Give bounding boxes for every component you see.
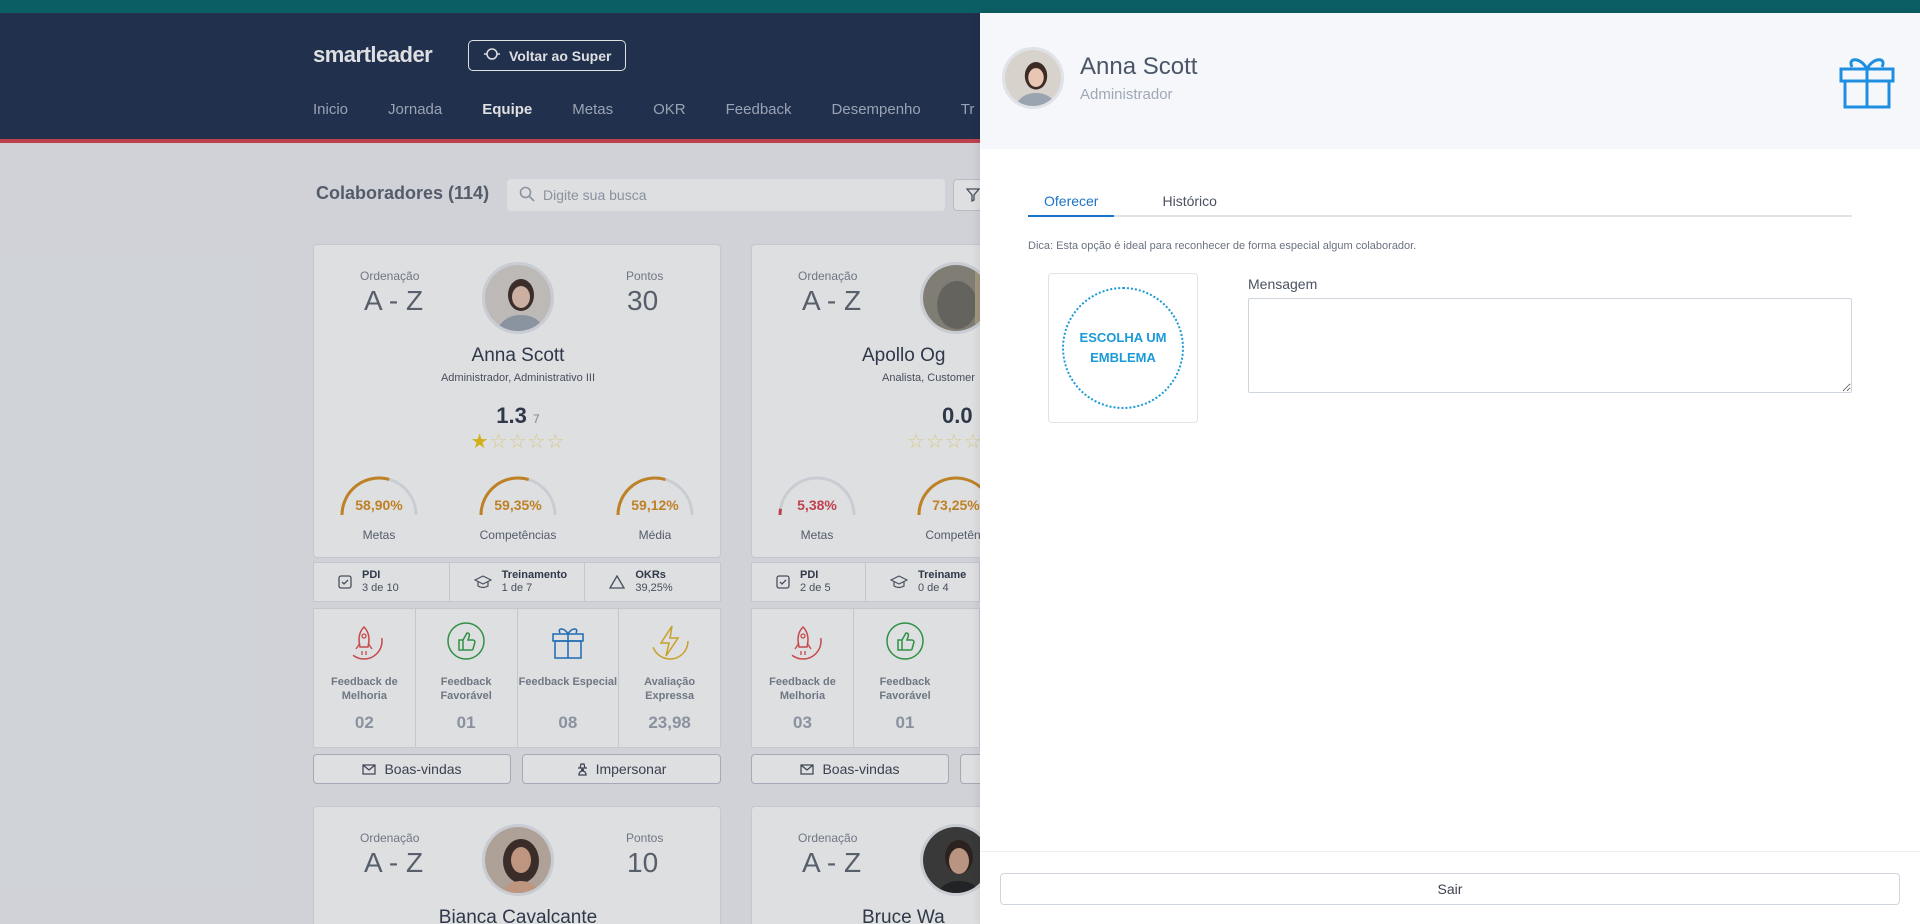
message-label: Mensagem (1248, 276, 1318, 292)
message-textarea[interactable] (1248, 298, 1852, 393)
tab-historico[interactable]: Histórico (1146, 185, 1232, 217)
drawer-header: Anna Scott Administrador (980, 13, 1920, 149)
drawer-user-name: Anna Scott (1080, 53, 1198, 80)
footer-divider (980, 851, 1920, 852)
drawer-tabs: Oferecer Histórico (1028, 185, 1852, 217)
top-strip (0, 0, 1920, 13)
drawer-user-role: Administrador (1080, 86, 1173, 103)
exit-button[interactable]: Sair (1000, 873, 1900, 905)
tab-oferecer[interactable]: Oferecer (1028, 185, 1115, 217)
gift-icon (1839, 58, 1895, 109)
emblem-picker[interactable]: ESCOLHA UM EMBLEMA (1048, 273, 1198, 423)
choose-emblem-button[interactable]: ESCOLHA UM EMBLEMA (1062, 287, 1184, 409)
drawer-avatar (1002, 47, 1064, 109)
modal-backdrop[interactable] (0, 13, 980, 924)
tip-text: Dica: Esta opção é ideal para reconhecer… (1028, 240, 1417, 252)
special-feedback-drawer: Anna Scott Administrador Oferecer Histór… (980, 13, 1920, 924)
